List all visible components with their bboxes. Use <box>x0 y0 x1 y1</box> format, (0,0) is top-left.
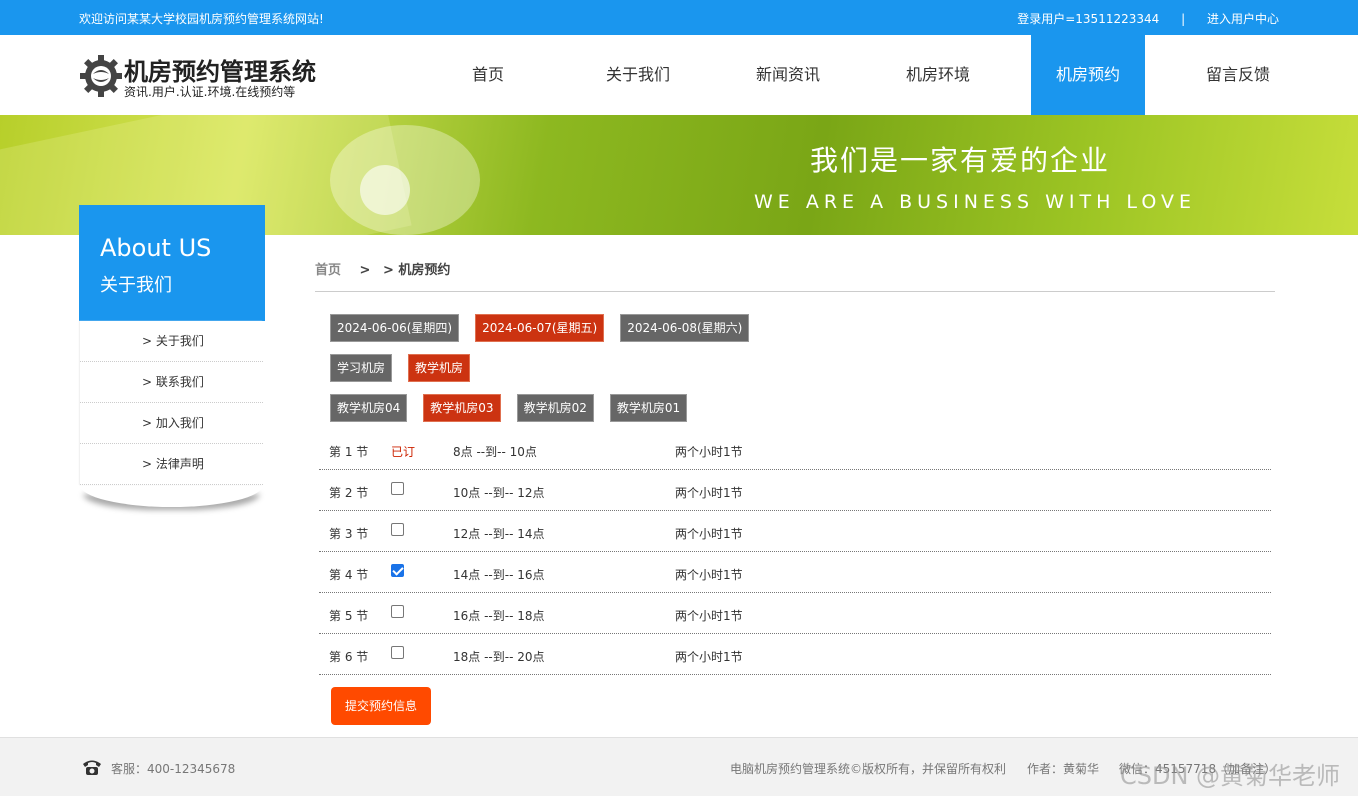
banner-slogan-cn: 我们是一家有爱的企业 <box>810 144 1111 177</box>
slot-row: 第 4 节 14点 --到-- 16点 两个小时1节 <box>319 552 1271 593</box>
breadcrumb-home[interactable]: 首页 <box>315 263 341 278</box>
nav-home[interactable]: 首页 <box>413 35 563 115</box>
sidebar-shadow <box>80 485 263 507</box>
slot-row: 第 3 节 12点 --到-- 14点 两个小时1节 <box>319 511 1271 552</box>
slot-checkbox[interactable] <box>391 605 404 618</box>
slot-time: 12点 --到-- 14点 <box>453 527 545 541</box>
slot-checkbox[interactable] <box>391 523 404 536</box>
room-button-selected[interactable]: 教学机房03 <box>423 394 501 422</box>
topbar-separator: | <box>1181 12 1186 26</box>
slot-duration: 两个小时1节 <box>675 486 743 500</box>
room-type-button-selected[interactable]: 教学机房 <box>408 354 471 382</box>
room-button[interactable]: 教学机房02 <box>516 394 594 422</box>
slot-number: 第 4 节 <box>329 568 369 582</box>
slot-number: 第 1 节 <box>329 445 369 459</box>
header: 机房预约管理系统 资讯.用户.认证.环境.在线预约等 首页 关于我们 新闻资讯 … <box>0 35 1358 115</box>
sidebar-header: About US 关于我们 <box>79 205 265 321</box>
date-button[interactable]: 2024-06-08(星期六) <box>620 314 750 342</box>
room-button[interactable]: 教学机房01 <box>609 394 688 422</box>
sidebar-menu: > 关于我们 > 联系我们 > 加入我们 > 法律声明 <box>80 321 263 485</box>
submit-reservation-button[interactable]: 提交预约信息 <box>331 687 431 725</box>
nav-feedback[interactable]: 留言反馈 <box>1163 35 1313 115</box>
room-type-selector: 学习机房 教学机房 <box>330 354 486 382</box>
date-button[interactable]: 2024-06-06(星期四) <box>330 314 460 342</box>
slot-duration: 两个小时1节 <box>675 650 743 664</box>
date-selector: 2024-06-06(星期四) 2024-06-07(星期五) 2024-06-… <box>330 314 765 342</box>
slot-time: 10点 --到-- 12点 <box>453 486 545 500</box>
logo-title: 机房预约管理系统 <box>124 58 316 86</box>
slot-number: 第 6 节 <box>329 650 369 664</box>
slot-booked-label: 已订 <box>391 445 416 459</box>
logo-subtitle: 资讯.用户.认证.环境.在线预约等 <box>124 85 296 99</box>
date-button-selected[interactable]: 2024-06-07(星期五) <box>475 314 605 342</box>
sidebar-title-cn: 关于我们 <box>100 275 172 296</box>
slot-time: 16点 --到-- 18点 <box>453 609 545 623</box>
customer-service-text: 客服：400-12345678 <box>111 762 236 776</box>
breadcrumb-divider <box>315 291 1275 292</box>
slot-time: 8点 --到-- 10点 <box>453 445 537 459</box>
slot-duration: 两个小时1节 <box>675 527 743 541</box>
sidebar-item-join[interactable]: > 加入我们 <box>80 403 263 444</box>
watermark: CSDN @黄菊华老师 <box>1120 762 1341 790</box>
breadcrumb: 首页 > > 机房预约 <box>315 259 450 278</box>
banner-slogan-en: WE ARE A BUSINESS WITH LOVE <box>754 191 1196 213</box>
topbar-right: 登录用户=13511223344 | 进入用户中心 <box>1017 10 1279 27</box>
room-selector: 教学机房04 教学机房03 教学机房02 教学机房01 <box>330 394 703 422</box>
breadcrumb-separator: > <box>359 263 371 278</box>
sidebar-title-en: About US <box>100 234 212 262</box>
slot-number: 第 3 节 <box>329 527 369 541</box>
slot-duration: 两个小时1节 <box>675 609 743 623</box>
slot-checkbox[interactable] <box>391 646 404 659</box>
sidebar: About US 关于我们 > 关于我们 > 联系我们 > 加入我们 > 法律声… <box>79 205 265 507</box>
phone-icon <box>83 760 101 775</box>
welcome-text: 欢迎访问某某大学校园机房预约管理系统网站! <box>79 12 324 26</box>
nav-news[interactable]: 新闻资讯 <box>713 35 863 115</box>
sidebar-item-legal[interactable]: > 法律声明 <box>80 444 263 485</box>
slot-row: 第 1 节 已订 8点 --到-- 10点 两个小时1节 <box>319 429 1271 470</box>
slot-checkbox[interactable] <box>391 482 404 495</box>
slot-number: 第 2 节 <box>329 486 369 500</box>
room-button[interactable]: 教学机房04 <box>330 394 408 422</box>
gear-logo-icon <box>80 55 122 97</box>
banner-bokeh-small <box>360 165 410 215</box>
main-nav: 首页 关于我们 新闻资讯 机房环境 机房预约 留言反馈 <box>413 35 1313 115</box>
slot-duration: 两个小时1节 <box>675 568 743 582</box>
nav-environment[interactable]: 机房环境 <box>863 35 1013 115</box>
slot-checkbox-checked[interactable] <box>391 564 404 577</box>
slot-duration: 两个小时1节 <box>675 445 743 459</box>
nav-about[interactable]: 关于我们 <box>563 35 713 115</box>
user-center-link[interactable]: 进入用户中心 <box>1207 12 1279 26</box>
sidebar-item-contact[interactable]: > 联系我们 <box>80 362 263 403</box>
copyright-text: 电脑机房预约管理系统©版权所有，并保留所有权利 <box>730 762 1007 776</box>
slot-number: 第 5 节 <box>329 609 369 623</box>
nav-reservation[interactable]: 机房预约 <box>1031 35 1145 115</box>
slot-row: 第 2 节 10点 --到-- 12点 两个小时1节 <box>319 470 1271 511</box>
sidebar-item-about[interactable]: > 关于我们 <box>80 321 263 362</box>
slot-time: 14点 --到-- 16点 <box>453 568 545 582</box>
breadcrumb-current: > 机房预约 <box>382 263 451 278</box>
logo[interactable]: 机房预约管理系统 资讯.用户.认证.环境.在线预约等 <box>79 52 339 102</box>
room-type-button[interactable]: 学习机房 <box>330 354 393 382</box>
slot-list: 第 1 节 已订 8点 --到-- 10点 两个小时1节 第 2 节 10点 -… <box>319 429 1271 675</box>
author-text: 作者：黄菊华 <box>1027 762 1100 776</box>
login-user-text: 登录用户=13511223344 <box>1017 12 1160 26</box>
top-bar: 欢迎访问某某大学校园机房预约管理系统网站! 登录用户=13511223344 |… <box>0 0 1358 35</box>
slot-row: 第 5 节 16点 --到-- 18点 两个小时1节 <box>319 593 1271 634</box>
slot-row: 第 6 节 18点 --到-- 20点 两个小时1节 <box>319 634 1271 675</box>
slot-time: 18点 --到-- 20点 <box>453 650 545 664</box>
